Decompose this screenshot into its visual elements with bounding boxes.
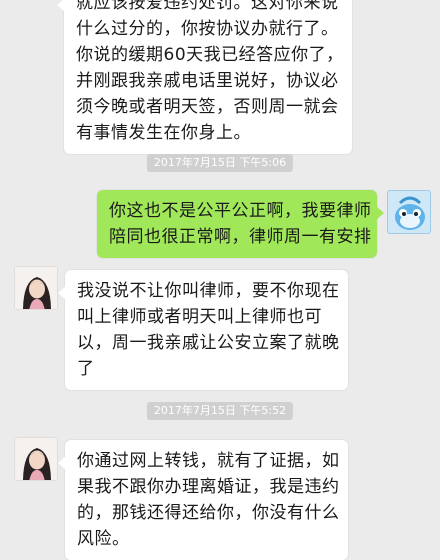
contact-avatar[interactable] (14, 266, 58, 310)
message-line: 陪同也很正常啊，律师周一有安排 (109, 227, 372, 247)
incoming-message[interactable]: 你通过网上转钱，就有了证据，如 果我不跟你办理离婚证，我是违约 的，那钱还得还给… (58, 440, 348, 560)
message-line: 我没说不让你叫律师，要不你现在 (77, 281, 340, 301)
message-line: 的，那钱还得还给你，你没有什么 (77, 503, 340, 523)
incoming-message[interactable]: 我没说不让你叫律师，要不你现在 叫上律师或者明天叫上律师也可 以，周一我亲戚让公… (58, 270, 348, 390)
message-line: 了 (77, 359, 95, 379)
blue-creature-icon (388, 191, 430, 233)
incoming-message[interactable]: 就应该按爱违约处罚。这对你来说 什么过分的，你按协议办就行了。 你说的缓期60天… (57, 0, 352, 154)
outgoing-message[interactable]: 你这也不是公平公正啊，我要律师 陪同也很正常啊，律师周一有安排 (97, 190, 384, 258)
message-line: 你说的缓期60天我已经答应你了， (76, 45, 344, 65)
message-line: 以，周一我亲戚让公安立案了就晚 (77, 333, 340, 353)
timestamp: 2017年7月15日 下午5:06 (146, 154, 294, 172)
message-line: 有事情发生在你身上。 (76, 123, 251, 143)
message-line: 什么过分的，你按协议办就行了。 (76, 19, 339, 39)
chat-area: 就应该按爱违约处罚。这对你来说 什么过分的，你按协议办就行了。 你说的缓期60天… (0, 0, 440, 560)
contact-photo-icon (15, 438, 57, 480)
message-line: 就应该按爱违约处罚。这对你来说 (76, 0, 339, 13)
message-line: 风险。 (77, 529, 130, 549)
self-avatar[interactable] (387, 190, 431, 234)
message-line: 叫上律师或者明天叫上律师也可 (77, 307, 322, 327)
timestamp: 2017年7月15日 下午5:52 (146, 402, 294, 420)
message-line: 你这也不是公平公正啊，我要律师 (109, 201, 372, 221)
contact-photo-icon (15, 267, 57, 309)
message-line: 须今晚或者明天签，否则周一就会 (76, 97, 339, 117)
message-line: 果我不跟你办理离婚证，我是违约 (77, 477, 340, 497)
message-line: 你通过网上转钱，就有了证据，如 (77, 451, 340, 471)
message-line: 并刚跟我亲戚电话里说好，协议必 (76, 71, 339, 91)
contact-avatar[interactable] (14, 437, 58, 481)
